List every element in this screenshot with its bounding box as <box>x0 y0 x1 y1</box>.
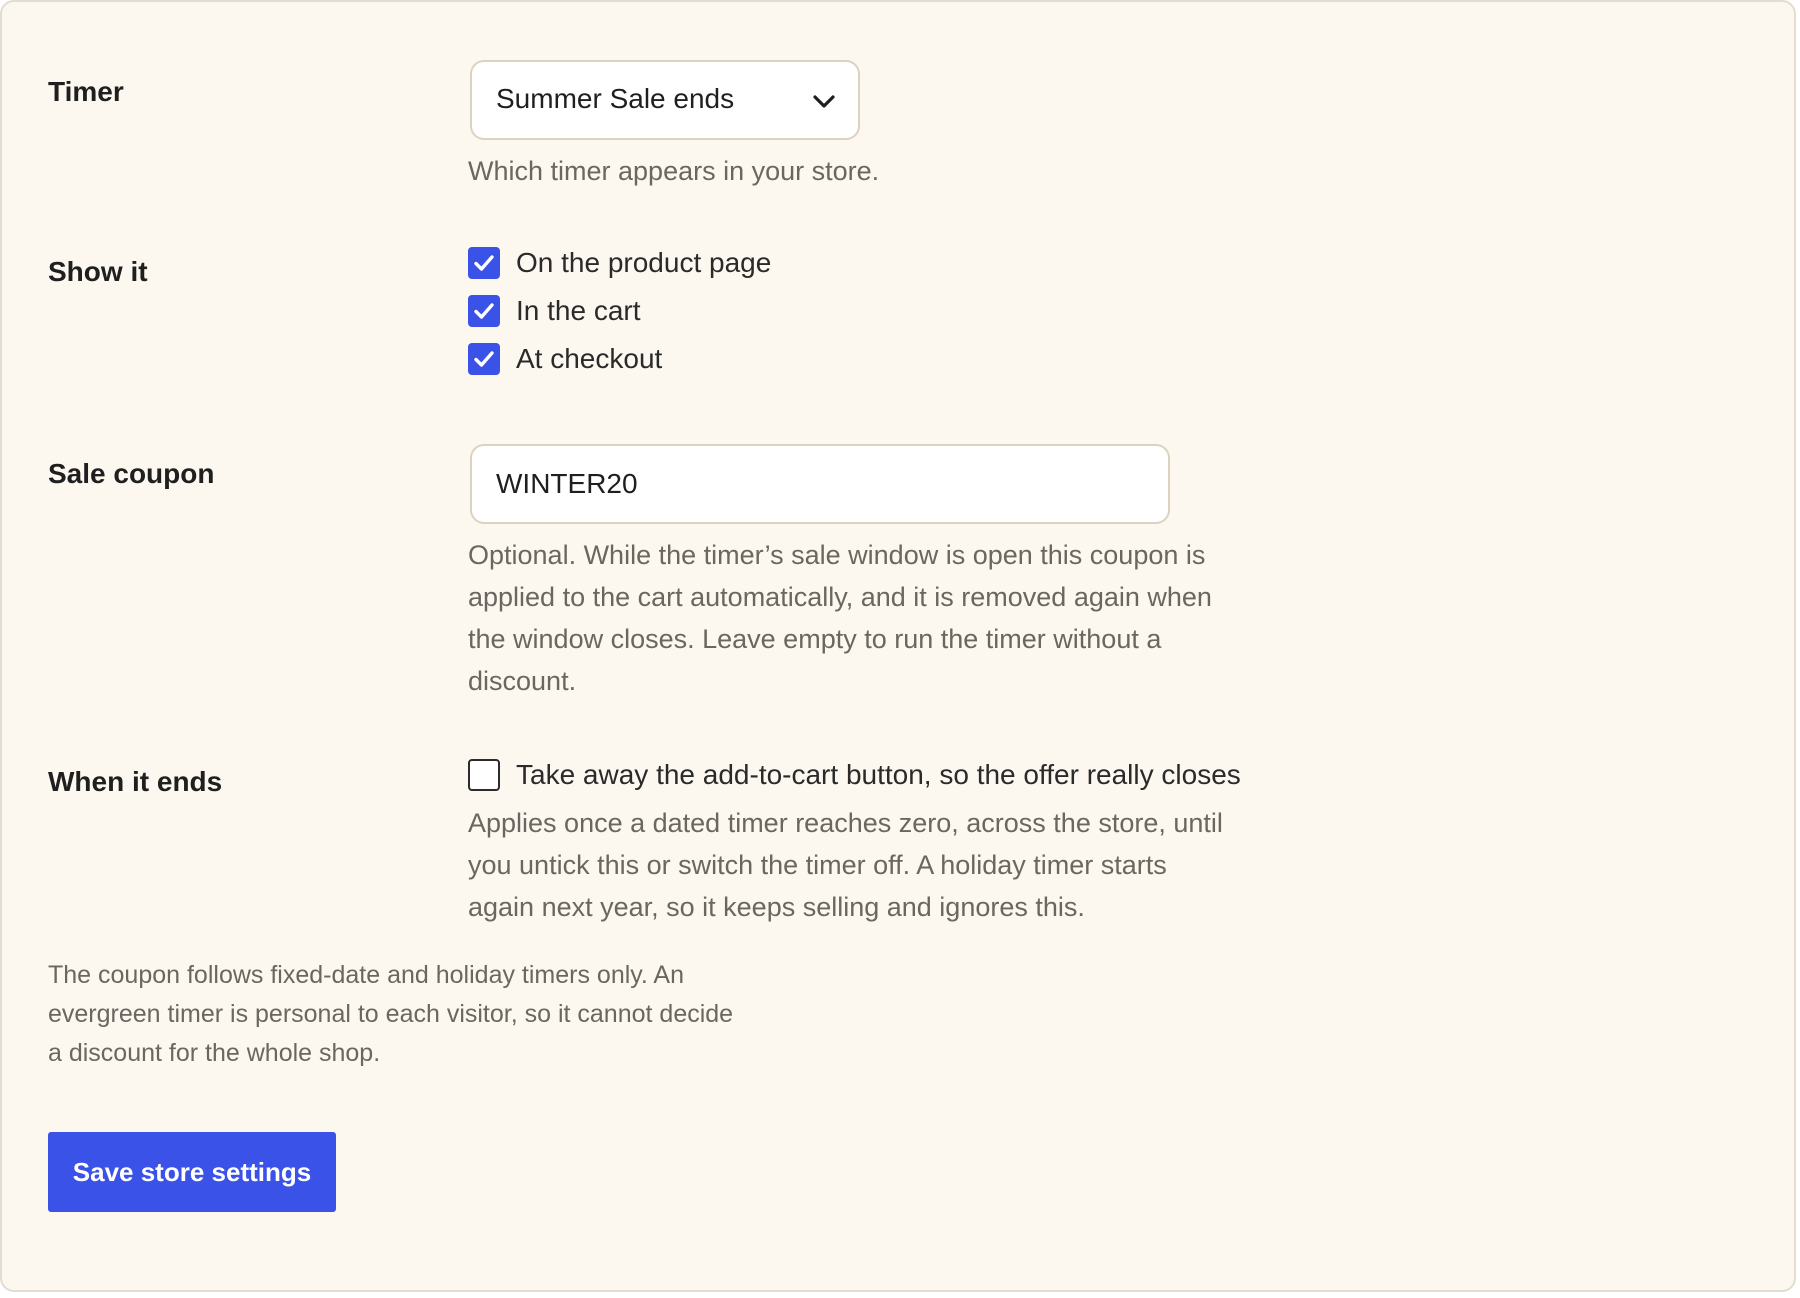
timer-select-value: Summer Sale ends <box>496 83 735 114</box>
checkmark-icon <box>474 255 494 271</box>
coupon-timer-note: The coupon follows fixed-date and holida… <box>48 956 788 1073</box>
checkmark-icon <box>474 351 494 367</box>
help-line: Applies once a dated timer reaches zero,… <box>468 808 1223 838</box>
when-it-ends-label: When it ends <box>48 766 223 797</box>
help-line: the window closes. Leave empty to run th… <box>468 624 1162 654</box>
help-line: Optional. While the timer’s sale window … <box>468 540 1206 570</box>
help-line: you untick this or switch the timer off.… <box>468 850 1167 880</box>
show-it-label: Show it <box>48 256 148 287</box>
checkmark-icon <box>474 303 494 319</box>
chevron-down-icon <box>813 95 835 108</box>
remove-add-to-cart-label: Take away the add-to-cart button, so the… <box>516 759 1241 790</box>
timer-label: Timer <box>48 76 124 107</box>
note-line: The coupon follows fixed-date and holida… <box>48 961 685 989</box>
note-line: evergreen timer is personal to each visi… <box>48 1000 734 1028</box>
checkbox-checked[interactable] <box>468 343 500 375</box>
checkbox-checked[interactable] <box>468 295 500 327</box>
remove-add-to-cart-checkbox[interactable]: Take away the add-to-cart button, so the… <box>468 758 1241 792</box>
checkbox-checked[interactable] <box>468 247 500 279</box>
checkbox-unchecked[interactable] <box>468 759 500 791</box>
help-line: discount. <box>468 666 577 696</box>
sale-coupon-help: Optional. While the timer’s sale window … <box>468 534 1212 702</box>
show-at-checkout-label: At checkout <box>516 343 663 374</box>
help-line: applied to the cart automatically, and i… <box>468 582 1212 612</box>
when-it-ends-help: Applies once a dated timer reaches zero,… <box>468 802 1223 928</box>
show-at-checkout-checkbox[interactable]: At checkout <box>468 342 662 376</box>
sale-coupon-input[interactable] <box>470 444 1170 524</box>
help-line: again next year, so it keeps selling and… <box>468 892 1085 922</box>
show-in-cart-label: In the cart <box>516 295 641 326</box>
store-settings-panel: Timer Summer Sale ends Which timer appea… <box>0 0 1796 1292</box>
save-store-settings-button[interactable]: Save store settings <box>48 1132 336 1212</box>
note-line: a discount for the whole shop. <box>48 1039 381 1067</box>
show-on-product-page-checkbox[interactable]: On the product page <box>468 246 771 280</box>
show-in-cart-checkbox[interactable]: In the cart <box>468 294 641 328</box>
timer-select[interactable]: Summer Sale ends <box>470 60 860 140</box>
sale-coupon-label: Sale coupon <box>48 458 215 489</box>
show-on-product-page-label: On the product page <box>516 247 772 278</box>
timer-help: Which timer appears in your store. <box>468 156 880 186</box>
